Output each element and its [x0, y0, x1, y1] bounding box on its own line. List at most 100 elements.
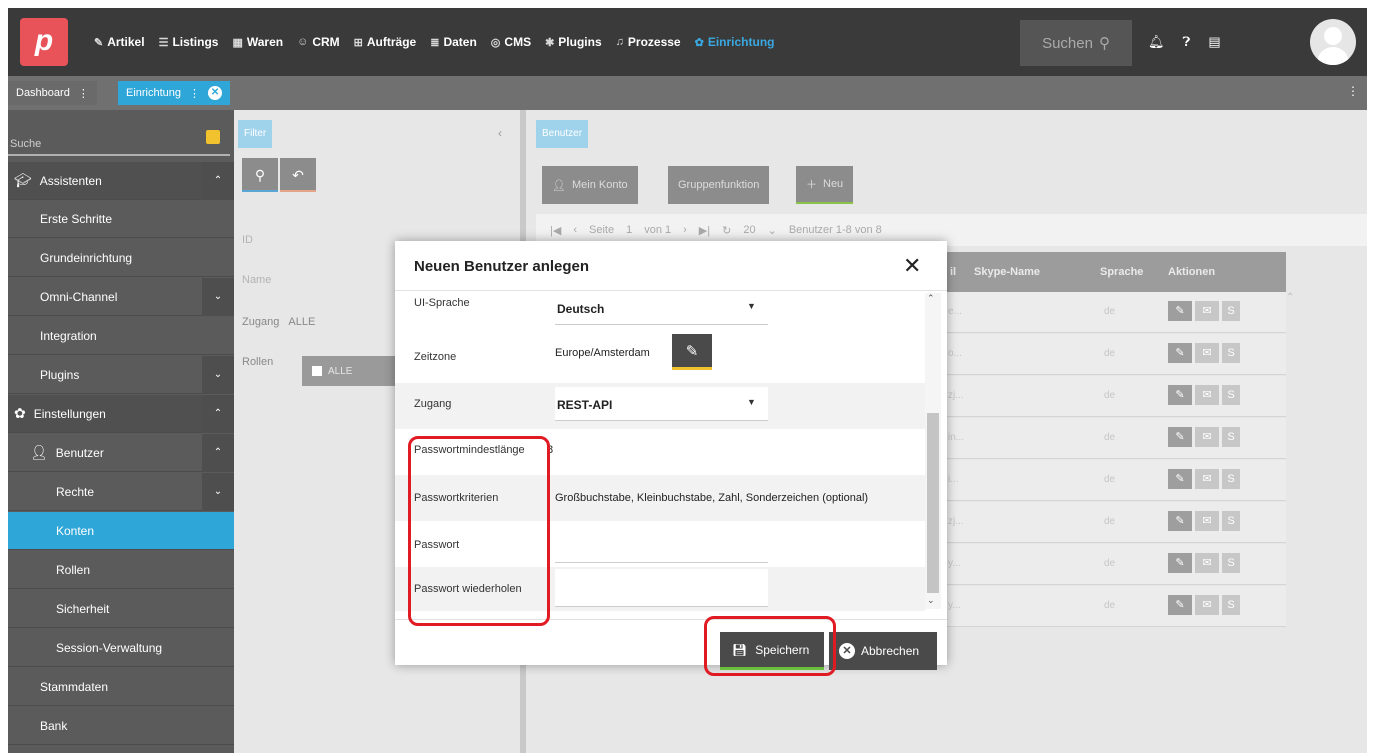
edit-icon[interactable]: ✎: [1168, 385, 1192, 405]
chevron-up-icon[interactable]: ⌃: [202, 161, 234, 200]
mail-icon[interactable]: ✉: [1195, 553, 1219, 573]
mail-icon[interactable]: ✉: [1195, 301, 1219, 321]
skype-icon[interactable]: S: [1222, 595, 1240, 615]
refresh-icon[interactable]: ↻: [722, 224, 731, 237]
skype-icon[interactable]: S: [1222, 301, 1240, 321]
dialog-scrollbar[interactable]: ⌃ ⌄: [925, 293, 941, 609]
menu-item-artikel[interactable]: ✎ Artikel: [94, 35, 145, 49]
table-row[interactable]: i... de ✎ ✉ S: [946, 460, 1286, 501]
tab-menu-icon[interactable]: ⋮: [78, 87, 89, 100]
cancel-button[interactable]: ✕ Abbrechen: [829, 632, 937, 670]
edit-icon[interactable]: ✎: [1168, 469, 1192, 489]
sidebar-item-erste-schritte[interactable]: Erste Schritte: [8, 200, 234, 238]
mail-icon[interactable]: ✉: [1195, 385, 1219, 405]
skype-icon[interactable]: S: [1222, 385, 1240, 405]
sidebar-item-bank[interactable]: Bank: [8, 707, 234, 745]
scroll-down-icon[interactable]: ⌄: [927, 595, 935, 606]
table-row[interactable]: y... de ✎ ✉ S: [946, 544, 1286, 585]
table-row[interactable]: y... de ✎ ✉ S: [946, 586, 1286, 627]
skype-icon[interactable]: S: [1222, 511, 1240, 531]
chevron-down-icon[interactable]: ⌄: [202, 472, 234, 511]
sidebar-item-session-verwaltung[interactable]: Session-Verwaltung: [8, 629, 234, 667]
last-page-icon[interactable]: ▶|: [699, 224, 710, 237]
filter-tab[interactable]: Filter: [238, 120, 273, 148]
password-input[interactable]: [555, 525, 768, 563]
per-page-select[interactable]: 20: [743, 224, 755, 236]
table-row[interactable]: zj... de ✎ ✉ S: [946, 376, 1286, 417]
sidebar-item-stammdaten[interactable]: Stammdaten: [8, 668, 234, 706]
menu-item-waren[interactable]: ▦ Waren: [232, 35, 283, 49]
ui-language-select[interactable]: Deutsch ▼: [555, 291, 768, 325]
user-avatar[interactable]: [1310, 19, 1356, 65]
table-row[interactable]: zj... de ✎ ✉ S: [946, 502, 1286, 543]
sidebar-item-assistenten[interactable]: 🎓︎ Assistenten ⌃: [8, 161, 234, 200]
new-button[interactable]: ＋ Neu: [796, 166, 854, 204]
help-icon[interactable]: ❓︎: [1183, 34, 1191, 50]
sidebar-item-plugins[interactable]: Plugins ⌄: [8, 355, 234, 394]
bell-icon[interactable]: 🔔︎: [1148, 34, 1165, 50]
lock-icon[interactable]: [206, 130, 220, 144]
menu-item-plugins[interactable]: ✱ Plugins: [545, 35, 602, 49]
mail-icon[interactable]: ✉: [1195, 595, 1219, 615]
scroll-up-icon[interactable]: ⌃: [1286, 292, 1294, 312]
sidebar-item-rechte[interactable]: Rechte ⌄: [8, 472, 234, 511]
password-repeat-input[interactable]: [555, 569, 768, 607]
close-tab-icon[interactable]: ✕: [208, 86, 223, 100]
mail-icon[interactable]: ✉: [1195, 343, 1219, 363]
search-button[interactable]: ⚲: [242, 158, 278, 192]
menu-item-auftraege[interactable]: ⊞ Aufträge: [354, 35, 417, 49]
group-function-button[interactable]: Gruppenfunktion: [668, 166, 770, 204]
sidebar-item-rollen[interactable]: Rollen: [8, 551, 234, 589]
menu-item-cms[interactable]: ◎ CMS: [491, 35, 531, 49]
scrollbar-thumb[interactable]: [927, 413, 939, 593]
sidebar-search-input[interactable]: Suche: [8, 128, 230, 156]
chevron-up-icon[interactable]: ⌃: [202, 433, 234, 472]
sidebar-item-einstellungen[interactable]: ✿ Einstellungen ⌃: [8, 394, 234, 433]
chevron-down-icon[interactable]: ⌄: [768, 224, 777, 237]
chevron-up-icon[interactable]: ⌃: [202, 394, 234, 433]
sidebar-item-konten[interactable]: Konten: [8, 512, 234, 550]
notes-icon[interactable]: ▤: [1208, 34, 1220, 50]
skype-icon[interactable]: S: [1222, 469, 1240, 489]
table-row[interactable]: in... de ✎ ✉ S: [946, 418, 1286, 459]
skype-icon[interactable]: S: [1222, 553, 1240, 573]
table-row[interactable]: e... de ✎ ✉ S: [946, 292, 1286, 333]
mail-icon[interactable]: ✉: [1195, 427, 1219, 447]
chevron-down-icon[interactable]: ⌄: [202, 277, 234, 316]
skype-icon[interactable]: S: [1222, 343, 1240, 363]
sidebar-item-sicherheit[interactable]: Sicherheit: [8, 590, 234, 628]
reset-button[interactable]: ↶: [280, 158, 316, 192]
my-account-button[interactable]: 👤︎ Mein Konto: [542, 166, 638, 204]
edit-timezone-button[interactable]: ✎: [672, 334, 712, 370]
checkbox[interactable]: [312, 366, 322, 376]
menu-item-einrichtung[interactable]: ✿ Einrichtung: [695, 35, 775, 49]
edit-icon[interactable]: ✎: [1168, 553, 1192, 573]
prev-page-icon[interactable]: ‹: [573, 224, 577, 236]
tab-dashboard[interactable]: Dashboard ⋮: [8, 81, 97, 105]
users-tab[interactable]: Benutzer: [536, 120, 589, 148]
mail-icon[interactable]: ✉: [1195, 511, 1219, 531]
scroll-up-icon[interactable]: ⌃: [927, 293, 935, 304]
edit-icon[interactable]: ✎: [1168, 595, 1192, 615]
edit-icon[interactable]: ✎: [1168, 343, 1192, 363]
skype-icon[interactable]: S: [1222, 427, 1240, 447]
menu-item-crm[interactable]: ☺ CRM: [297, 35, 340, 49]
rollen-chip[interactable]: ALLE: [302, 356, 402, 386]
sidebar-item-grundeinrichtung[interactable]: Grundeinrichtung: [8, 239, 234, 277]
mail-icon[interactable]: ✉: [1195, 469, 1219, 489]
access-select[interactable]: REST-API ▼: [555, 387, 768, 421]
edit-icon[interactable]: ✎: [1168, 301, 1192, 321]
tab-einrichtung[interactable]: Einrichtung ⋮ ✕: [118, 81, 231, 105]
first-page-icon[interactable]: |◀: [550, 224, 561, 237]
menu-item-prozesse[interactable]: ♫ Prozesse: [616, 35, 681, 49]
edit-icon[interactable]: ✎: [1168, 511, 1192, 531]
table-row[interactable]: o... de ✎ ✉ S: [946, 334, 1286, 375]
sidebar-item-integration[interactable]: Integration: [8, 317, 234, 355]
tab-menu-icon[interactable]: ⋮: [189, 87, 200, 100]
sidebar-item-benutzer[interactable]: 👤︎ Benutzer ⌃: [8, 433, 234, 472]
plentymarkets-logo[interactable]: p: [20, 18, 68, 66]
more-icon[interactable]: ⋮: [1347, 84, 1359, 98]
next-page-icon[interactable]: ›: [683, 224, 687, 236]
collapse-icon[interactable]: ‹: [498, 126, 502, 140]
page-input[interactable]: 1: [626, 224, 632, 236]
